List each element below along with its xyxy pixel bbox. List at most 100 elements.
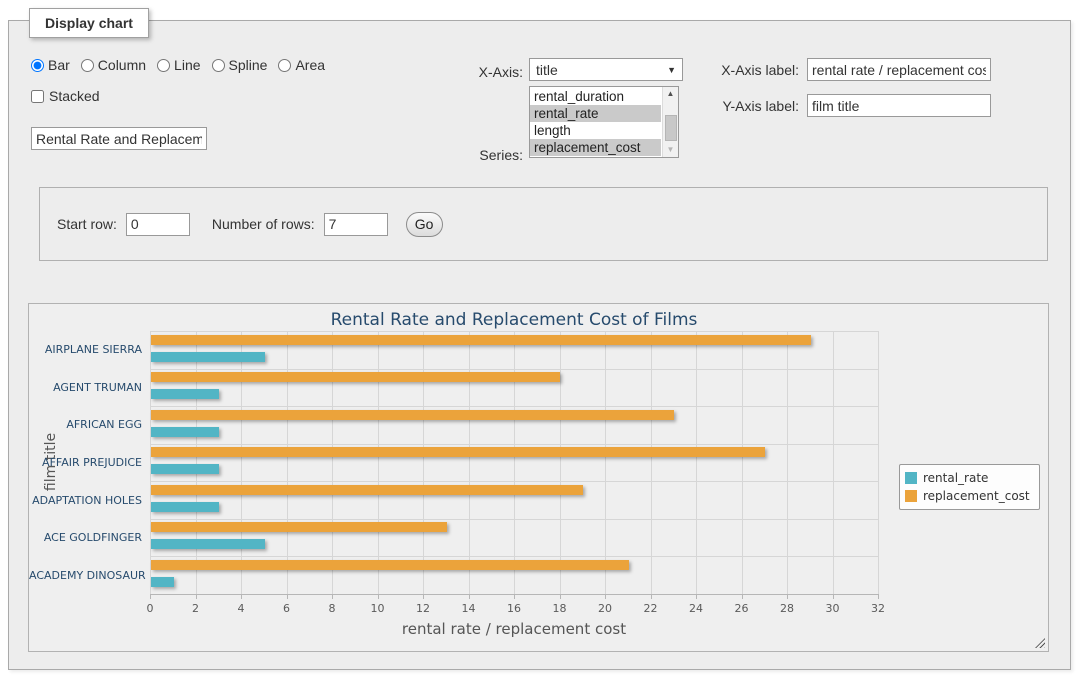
chart-title-input[interactable] <box>31 127 207 150</box>
legend-item-replacement_cost[interactable]: replacement_cost <box>905 487 1030 505</box>
scroll-up-icon[interactable]: ▲ <box>663 87 678 101</box>
category-label: AGENT TRUMAN <box>29 381 142 394</box>
category-label: AFRICAN EGG <box>29 418 142 431</box>
series-option-replacement_cost[interactable]: replacement_cost <box>530 139 661 156</box>
bar-rental_rate[interactable] <box>151 464 219 474</box>
bar-rental_rate[interactable] <box>151 389 219 399</box>
x-tick-label: 28 <box>767 602 807 615</box>
bar-replacement_cost[interactable] <box>151 410 674 420</box>
bar-replacement_cost[interactable] <box>151 372 560 382</box>
x-tick-label: 22 <box>631 602 671 615</box>
gridline-vertical <box>469 331 470 594</box>
x-tick-label: 8 <box>312 602 352 615</box>
chart-type-radio-column[interactable] <box>81 59 94 72</box>
bar-replacement_cost[interactable] <box>151 560 629 570</box>
chart-type-radio-label: Column <box>98 57 146 73</box>
x-axis-selected-value: title <box>536 62 667 78</box>
chart-type-option-spline: Spline <box>212 57 268 73</box>
gridline-vertical <box>196 331 197 594</box>
bar-replacement_cost[interactable] <box>151 447 765 457</box>
chart-type-radio-group: Bar Column Line Spline Area <box>31 57 325 73</box>
bar-replacement_cost[interactable] <box>151 485 583 495</box>
gridline-horizontal <box>150 369 878 370</box>
x-tick-label: 24 <box>676 602 716 615</box>
gridline-vertical <box>742 331 743 594</box>
x-tick-label: 12 <box>403 602 443 615</box>
x-tick-label: 18 <box>540 602 580 615</box>
x-tick-label: 16 <box>494 602 534 615</box>
x-tick-label: 4 <box>221 602 261 615</box>
chart-type-radio-area[interactable] <box>278 59 291 72</box>
chart-area: Rental Rate and Replacement Cost of Film… <box>28 303 1049 652</box>
chart-type-option-line: Line <box>157 57 200 73</box>
category-label: ADAPTATION HOLES <box>29 494 142 507</box>
x-tick-label: 6 <box>267 602 307 615</box>
gridline-vertical <box>241 331 242 594</box>
resize-handle[interactable] <box>1035 638 1045 648</box>
y-axis-label-input[interactable] <box>807 94 991 117</box>
x-tick-label: 14 <box>449 602 489 615</box>
chart-title: Rental Rate and Replacement Cost of Film… <box>150 310 878 330</box>
start-row-input[interactable] <box>126 213 190 236</box>
chart-type-radio-label: Spline <box>229 57 268 73</box>
chart-type-radio-bar[interactable] <box>31 59 44 72</box>
stacked-checkbox-row: Stacked <box>31 88 100 104</box>
axis-tick <box>878 594 879 599</box>
chart-type-option-area: Area <box>278 57 325 73</box>
gridline-horizontal <box>150 556 878 557</box>
listbox-scrollbar[interactable]: ▲ ▼ <box>662 87 678 157</box>
bar-replacement_cost[interactable] <box>151 522 447 532</box>
scroll-down-icon[interactable]: ▼ <box>663 143 678 157</box>
num-rows-input[interactable] <box>324 213 388 236</box>
bar-rental_rate[interactable] <box>151 502 219 512</box>
x-axis-label-input[interactable] <box>807 58 991 81</box>
x-tick-label: 20 <box>585 602 625 615</box>
bar-rental_rate[interactable] <box>151 539 265 549</box>
gridline-vertical <box>514 331 515 594</box>
chevron-down-icon: ▼ <box>667 65 676 75</box>
go-button[interactable]: Go <box>406 212 443 237</box>
category-label: ACADEMY DINOSAUR <box>29 569 142 582</box>
legend-item-rental_rate[interactable]: rental_rate <box>905 469 1030 487</box>
bar-replacement_cost[interactable] <box>151 335 811 345</box>
scrollbar-thumb[interactable] <box>665 115 677 141</box>
gridline-vertical <box>651 331 652 594</box>
num-rows-label: Number of rows: <box>212 216 315 232</box>
legend-swatch-icon <box>905 472 917 484</box>
gridline-vertical <box>423 331 424 594</box>
x-axis-line <box>150 594 878 595</box>
y-axis-label-field-label: Y-Axis label: <box>699 98 799 114</box>
chart-type-option-column: Column <box>81 57 146 73</box>
stacked-label: Stacked <box>49 88 100 104</box>
x-axis-select[interactable]: title ▼ <box>529 58 683 81</box>
bar-rental_rate[interactable] <box>151 427 219 437</box>
chart-type-radio-spline[interactable] <box>212 59 225 72</box>
gridline-horizontal <box>150 519 878 520</box>
chart-legend: rental_ratereplacement_cost <box>899 464 1040 510</box>
gridline-vertical <box>696 331 697 594</box>
chart-type-option-bar: Bar <box>31 57 70 73</box>
gridline-horizontal <box>150 444 878 445</box>
gridline-vertical <box>833 331 834 594</box>
series-option-rental_rate[interactable]: rental_rate <box>530 105 661 122</box>
x-tick-label: 0 <box>130 602 170 615</box>
series-option-rental_duration[interactable]: rental_duration <box>530 88 661 105</box>
x-tick-label: 30 <box>813 602 853 615</box>
display-chart-panel: Display chart BarColumnLineSplineArea St… <box>8 20 1071 670</box>
gridline-horizontal <box>150 406 878 407</box>
series-option-length[interactable]: length <box>530 122 661 139</box>
series-options: rental_durationrental_ratelengthreplacem… <box>530 88 661 156</box>
x-tick-label: 2 <box>176 602 216 615</box>
chart-type-radio-line[interactable] <box>157 59 170 72</box>
start-row-label: Start row: <box>57 216 117 232</box>
stacked-checkbox[interactable] <box>31 90 44 103</box>
series-listbox[interactable]: rental_durationrental_ratelengthreplacem… <box>529 86 679 158</box>
legend-swatch-icon <box>905 490 917 502</box>
bar-rental_rate[interactable] <box>151 577 174 587</box>
series-list-label: Series: <box>409 147 523 163</box>
gridline-vertical <box>878 331 879 594</box>
gridline-vertical <box>378 331 379 594</box>
x-axis-label-field-label: X-Axis label: <box>699 62 799 78</box>
bar-rental_rate[interactable] <box>151 352 265 362</box>
gridline-horizontal <box>150 331 878 332</box>
